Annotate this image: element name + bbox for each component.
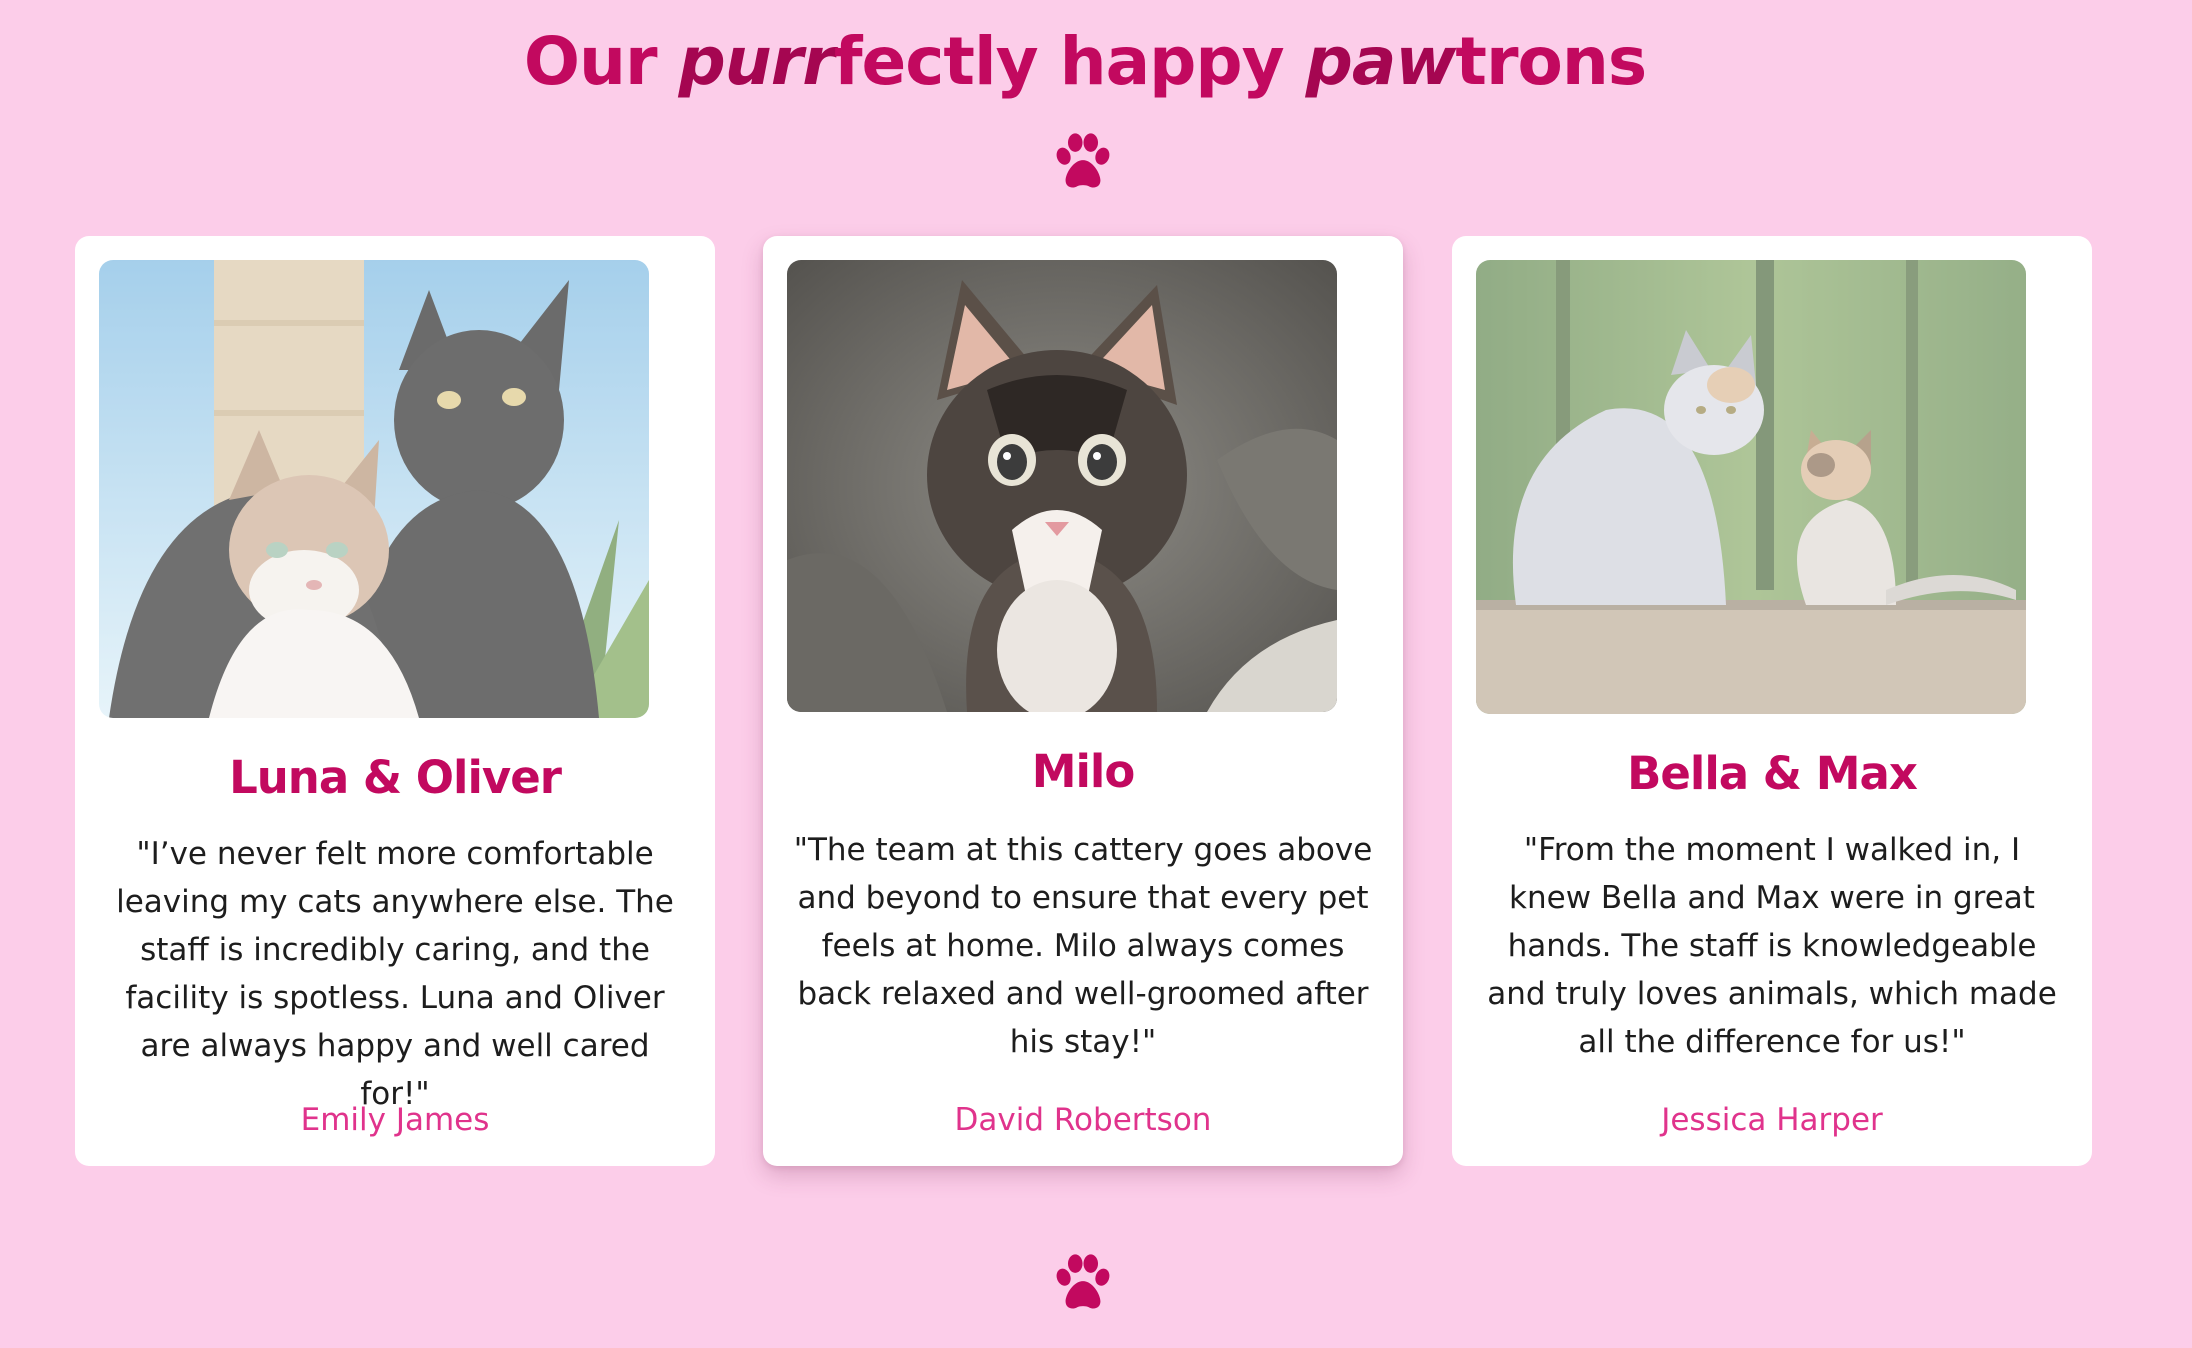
testimonial-author: David Robertson <box>954 1102 1212 1138</box>
testimonial-author: Emily James <box>300 1102 490 1138</box>
cat-photo <box>787 260 1337 712</box>
paw-icon <box>1052 1252 1114 1314</box>
testimonial-quote: "The team at this cattery goes above and… <box>793 832 1373 1060</box>
testimonial-card: Milo "The team at this cattery goes abov… <box>763 236 1403 1166</box>
page-title: Our purrfectly happy pawtrons <box>523 23 1647 100</box>
testimonial-card: Bella & Max "From the moment I walked in… <box>1452 236 2092 1166</box>
testimonial-quote: "From the moment I walked in, I knew Bel… <box>1487 832 2057 1060</box>
testimonial-quote: "I’ve never felt more comfortable leavin… <box>116 836 674 1112</box>
testimonial-author: Jessica Harper <box>1661 1102 1883 1138</box>
cat-name: Luna & Oliver <box>229 751 562 804</box>
cat-name: Bella & Max <box>1627 747 1918 800</box>
paw-icon <box>1052 131 1114 193</box>
testimonial-card: Luna & Oliver "I’ve never felt more comf… <box>75 236 715 1166</box>
cat-name: Milo <box>1031 745 1136 798</box>
cat-photo <box>1476 260 2026 714</box>
cat-photo <box>99 260 649 718</box>
